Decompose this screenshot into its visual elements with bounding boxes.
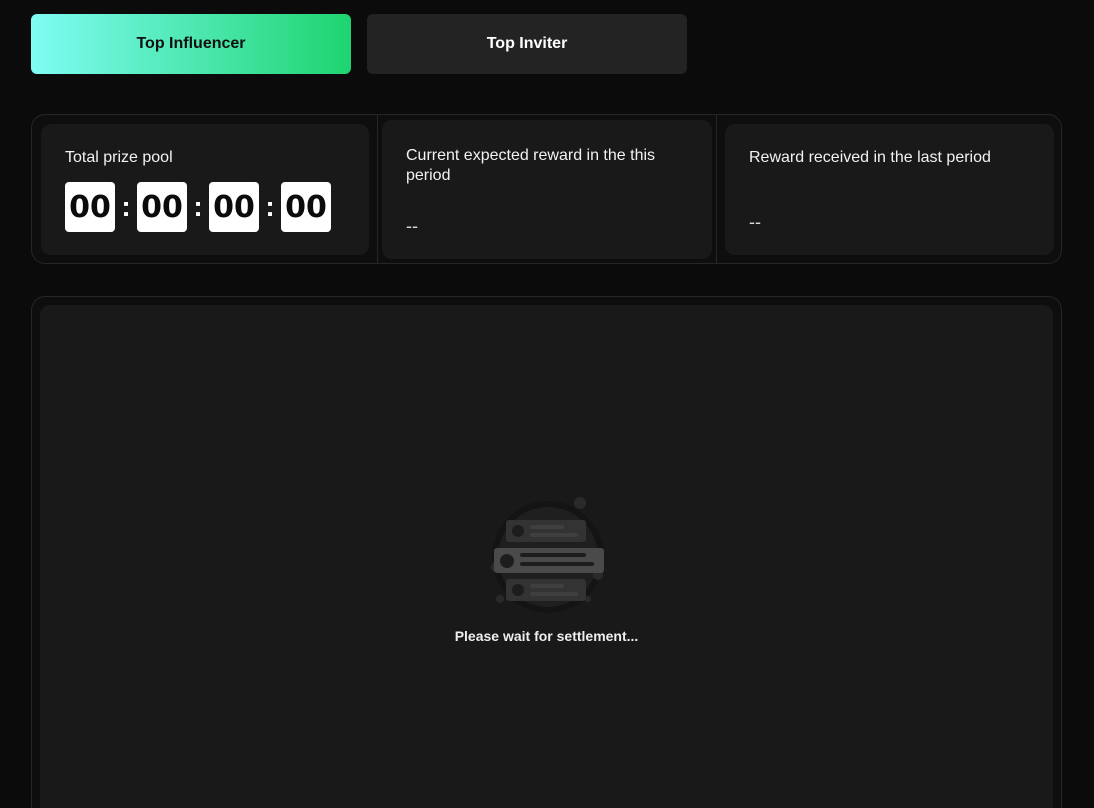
countdown-segment-1: 00 [65, 182, 115, 232]
countdown-separator: : [121, 191, 131, 222]
countdown-timer: 00 : 00 : 00 : 00 [65, 182, 331, 232]
expected-reward-label: Current expected reward in the this peri… [406, 147, 656, 184]
tab-bar: Top Influencer Top Inviter [31, 14, 687, 74]
stats-panel: Total prize pool 00 : 00 : 00 : 00 Curre… [31, 114, 1062, 264]
countdown-segment-2: 00 [137, 182, 187, 232]
last-reward-card: Reward received in the last period -- [725, 124, 1054, 255]
tab-top-influencer[interactable]: Top Influencer [31, 14, 351, 74]
countdown-segment-4: 00 [281, 182, 331, 232]
expected-reward-card: Current expected reward in the this peri… [382, 120, 712, 259]
leaderboard-panel: Please wait for settlement... [31, 296, 1062, 808]
divider [377, 115, 378, 263]
countdown-segment-3: 00 [209, 182, 259, 232]
empty-list-icon [488, 495, 608, 620]
expected-reward-value: -- [406, 216, 418, 236]
last-reward-value: -- [749, 212, 761, 232]
empty-state-message: Please wait for settlement... [454, 628, 639, 644]
prize-pool-card: Total prize pool 00 : 00 : 00 : 00 [41, 124, 369, 255]
divider [716, 115, 717, 263]
last-reward-label: Reward received in the last period [749, 149, 991, 166]
countdown-separator: : [193, 191, 203, 222]
countdown-separator: : [265, 191, 275, 222]
leaderboard-content: Please wait for settlement... [40, 305, 1053, 808]
prize-pool-label: Total prize pool [65, 149, 173, 166]
page-root: Top Influencer Top Inviter Total prize p… [0, 0, 1094, 808]
tab-top-inviter[interactable]: Top Inviter [367, 14, 687, 74]
